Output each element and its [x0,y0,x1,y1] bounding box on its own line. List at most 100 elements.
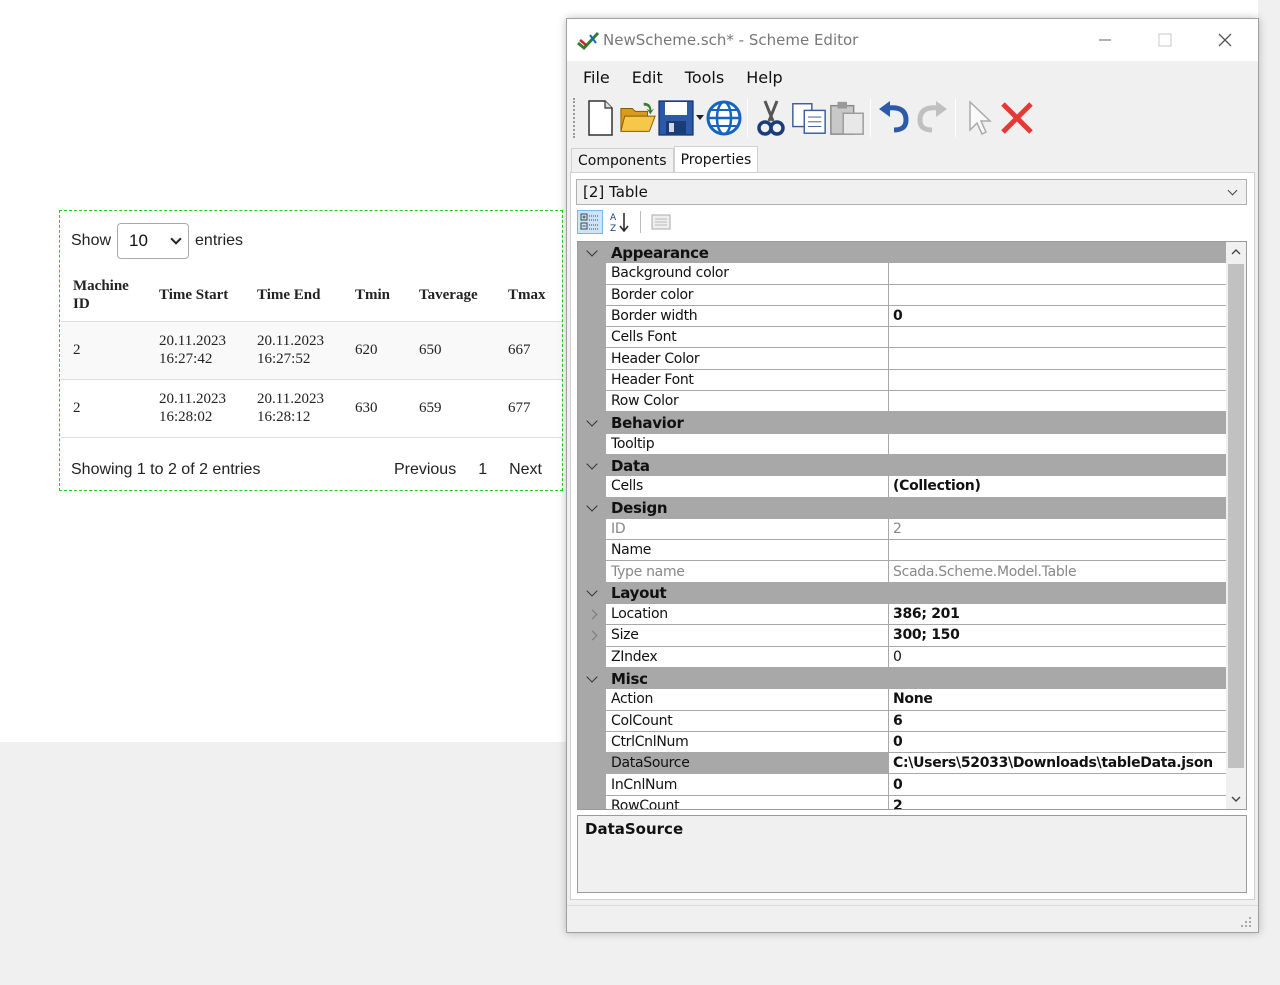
property-row[interactable]: Size 300; 150 [578,625,1226,647]
web-button[interactable] [705,96,743,140]
copy-button[interactable] [790,96,828,140]
page-button[interactable]: 1 [478,461,487,479]
property-value[interactable]: 0 [889,646,1226,668]
column-header[interactable]: Machine ID [61,269,147,322]
property-value[interactable] [889,540,1226,562]
save-dropdown[interactable] [695,115,705,121]
tab-properties[interactable]: Properties [673,146,759,173]
category-data[interactable]: Data [578,454,1226,477]
property-value[interactable]: C:\Users\52033\Downloads\tableData.json [889,753,1226,775]
row-gutter[interactable] [578,625,606,647]
row-gutter[interactable] [578,604,606,626]
column-header[interactable]: Taverage [407,269,496,322]
property-row[interactable]: Row Color [578,391,1226,413]
column-header[interactable]: Tmin [343,269,407,322]
collapse-toggle[interactable] [578,455,606,476]
property-grid-scrollbar[interactable] [1226,242,1246,809]
title-bar[interactable]: NewScheme.sch* - Scheme Editor [567,19,1258,61]
pointer-button[interactable] [960,96,998,140]
page-length-select[interactable]: 10 [117,223,190,259]
property-row[interactable]: ColCount 6 [578,710,1226,732]
property-row[interactable]: Header Color [578,348,1226,370]
table-widget[interactable]: Show 10 entries Machine ID Time Start Ti… [59,210,563,491]
property-value[interactable] [889,284,1226,306]
column-header[interactable]: Time End [245,269,343,322]
property-value[interactable] [889,263,1226,285]
property-value[interactable]: 2 [889,518,1226,541]
property-value[interactable]: 300; 150 [889,625,1226,647]
property-row[interactable]: Location 386; 201 [578,604,1226,626]
category-appearance[interactable]: Appearance [578,242,1226,264]
property-row[interactable]: Type name Scada.Scheme.Model.Table [578,561,1226,583]
column-header[interactable]: Tmax [496,269,562,322]
property-row[interactable]: Action None [578,689,1226,711]
open-button[interactable] [619,96,657,140]
property-value[interactable]: (Collection) [889,476,1226,498]
object-selector[interactable]: [2] Table [576,179,1247,205]
tab-components[interactable]: Components [571,148,674,172]
resize-grip-icon[interactable] [1240,916,1252,928]
property-row[interactable]: Tooltip [578,433,1226,455]
property-row[interactable]: Cells Font [578,327,1226,349]
property-value[interactable]: Scada.Scheme.Model.Table [889,561,1226,583]
scroll-down-button[interactable] [1226,789,1246,809]
collapse-toggle[interactable] [578,242,606,263]
previous-button[interactable]: Previous [394,461,456,479]
category-misc[interactable]: Misc [578,667,1226,690]
property-value[interactable]: 6 [889,710,1226,732]
category-layout[interactable]: Layout [578,582,1226,605]
property-row[interactable]: Border width 0 [578,305,1226,328]
collapse-toggle[interactable] [578,668,606,689]
property-row[interactable]: Header Font [578,369,1226,392]
property-row[interactable]: ID 2 [578,518,1226,541]
category-design[interactable]: Design [578,497,1226,519]
collapse-toggle[interactable] [578,583,606,604]
menu-help[interactable]: Help [746,68,782,87]
property-row[interactable]: DataSource C:\Users\52033\Downloads\table… [578,753,1226,775]
scroll-thumb[interactable] [1228,264,1244,768]
paste-button[interactable] [828,96,866,140]
property-row[interactable]: InCnlNum 0 [578,774,1226,796]
property-value[interactable]: 2 [889,795,1226,809]
chevron-down-icon [1231,796,1241,802]
property-row[interactable]: ZIndex 0 [578,646,1226,668]
property-pages-button[interactable] [648,210,674,234]
property-value[interactable] [889,348,1226,370]
save-button[interactable] [657,96,695,140]
property-row[interactable]: Cells (Collection) [578,476,1226,498]
property-value[interactable]: 386; 201 [889,604,1226,626]
next-button[interactable]: Next [509,461,542,479]
close-button[interactable] [1195,19,1255,61]
column-header[interactable]: Time Start [147,269,245,322]
alphabetical-button[interactable]: AZ [607,210,633,234]
minimize-button[interactable] [1075,19,1135,61]
property-row[interactable]: Border color [578,284,1226,306]
property-value[interactable]: None [889,689,1226,711]
scroll-up-button[interactable] [1226,242,1246,262]
property-value[interactable] [889,369,1226,392]
toolbar-grip[interactable] [573,98,577,138]
collapse-toggle[interactable] [578,412,606,433]
new-button[interactable] [581,96,619,140]
property-row[interactable]: Background color [578,263,1226,285]
maximize-button[interactable] [1135,19,1195,61]
menu-edit[interactable]: Edit [632,68,663,87]
collapse-toggle[interactable] [578,498,606,519]
category-behavior[interactable]: Behavior [578,412,1226,434]
delete-button[interactable] [998,96,1036,140]
property-value[interactable]: 0 [889,774,1226,796]
menu-tools[interactable]: Tools [685,68,724,87]
property-row[interactable]: RowCount 2 [578,795,1226,809]
property-value[interactable]: 0 [889,305,1226,328]
property-value[interactable]: 0 [889,731,1226,754]
menu-file[interactable]: File [583,68,610,87]
undo-button[interactable] [875,96,913,140]
cut-button[interactable] [752,96,790,140]
property-value[interactable] [889,433,1226,455]
categorized-button[interactable] [577,210,603,234]
property-row[interactable]: CtrlCnlNum 0 [578,731,1226,754]
property-value[interactable] [889,327,1226,349]
property-value[interactable] [889,391,1226,413]
property-row[interactable]: Name [578,540,1226,562]
redo-button[interactable] [913,96,951,140]
